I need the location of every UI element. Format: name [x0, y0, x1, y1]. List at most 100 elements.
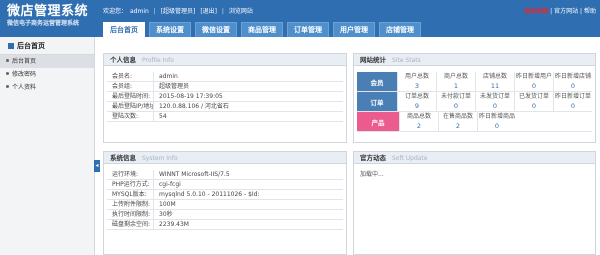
table-row: 运行环境: WINNT Microsoft-IIS/7.5 — [107, 170, 343, 180]
tab-wechat-settings[interactable]: 微信设置 — [195, 22, 237, 37]
stats-label: 产品 — [357, 112, 399, 131]
row-key: 会员组: — [107, 82, 154, 91]
stat-value[interactable]: 0 — [515, 82, 553, 91]
stat-cell: 在售商品数 2 — [438, 112, 477, 131]
table-row: 最后登陆IP/地址: 120.0.88.106 / 河北省石 — [107, 102, 343, 112]
panel-title: 个人信息 — [110, 56, 136, 64]
stat-value[interactable]: 0 — [554, 102, 592, 111]
stat-value[interactable]: 9 — [398, 102, 436, 111]
home-icon — [8, 43, 14, 49]
table-row: 登陆次数: 54 — [107, 112, 343, 122]
brand: 微店管理系统 微信电子商务运营管理系统 — [7, 4, 97, 29]
sidebar-item-label: 个人资料 — [12, 84, 37, 91]
system-info-header: 系统信息 System Info — [104, 152, 346, 164]
tab-system-settings[interactable]: 系统设置 — [149, 22, 191, 37]
panel-title-en: Profile Info — [142, 57, 174, 64]
stat-header: 昨日新增用户 — [515, 73, 552, 80]
logout-link[interactable]: 退出系统 — [524, 8, 548, 15]
stat-header: 在售商品数 — [442, 113, 473, 120]
collapse-sidebar-icon[interactable]: ◂ — [94, 160, 100, 172]
tab-dashboard[interactable]: 后台首页 — [103, 22, 145, 37]
stat-cell: 商户总数 1 — [436, 72, 475, 91]
news-loading-text: 加载中... — [360, 171, 384, 178]
news-panel: 官方动态 Soft Update 加载中... — [353, 151, 596, 255]
row-key: 会员名: — [107, 72, 154, 81]
row-key: PHP运行方式: — [107, 180, 154, 189]
stat-value[interactable]: 0 — [476, 102, 514, 111]
profile-panel-header: 个人信息 Profile Info — [104, 54, 346, 66]
stat-header: 未付款订单 — [440, 93, 471, 100]
stat-header: 昨日新增订单 — [554, 93, 591, 100]
stats-label: 会员 — [357, 72, 397, 91]
stat-header: 商品总数 — [406, 113, 431, 120]
stat-header: 用户总数 — [404, 73, 429, 80]
stat-cell: 订单总数 9 — [397, 92, 436, 111]
help-link[interactable]: 帮助 — [584, 8, 596, 15]
stats-group-products: 产品 商品总数 2 在售商品数 2 昨日新增商品 0 — [357, 112, 592, 132]
site-stats-panel: 网站统计 Site Stats 会员 用户总数 3 商户总数 1 店铺总数 11 昨日新… — [353, 53, 596, 143]
row-value: mysqlnd 5.0.10 - 20111026 - $Id: — [159, 191, 260, 198]
table-row: 最后登陆时间: 2015-08-19 17:39:05 — [107, 92, 343, 102]
stat-value[interactable]: 0 — [515, 102, 553, 111]
row-value: 2015-08-19 17:39:05 — [159, 93, 223, 100]
sidebar-item-label: 修改密码 — [12, 71, 37, 78]
panel-title: 系统信息 — [110, 154, 136, 162]
tab-products[interactable]: 商品管理 — [241, 22, 283, 37]
username: admin — [130, 8, 149, 15]
panel-title: 官方动态 — [360, 154, 386, 162]
sidebar-title-label: 后台首页 — [17, 42, 45, 50]
profile-panel: 个人信息 Profile Info 会员名: admin 会员组: 超级管理员 最后登… — [103, 53, 347, 143]
table-row: 上传附件限制: 100M — [107, 200, 343, 210]
row-value: 超级管理员 — [159, 83, 190, 90]
panel-title: 网站统计 — [360, 56, 386, 64]
stat-value[interactable]: 0 — [437, 102, 475, 111]
sidebar-item-dashboard[interactable]: 后台首页 — [0, 55, 94, 68]
row-key: 最后登陆IP/地址: — [107, 102, 154, 111]
sidebar-title: 后台首页 — [0, 37, 94, 55]
news-header: 官方动态 Soft Update — [354, 152, 595, 164]
top-links: 退出系统 | 官方网站 | 帮助 — [524, 8, 596, 15]
stat-value[interactable]: 0 — [554, 82, 592, 91]
stat-header: 订单总数 — [404, 93, 429, 100]
stat-value[interactable]: 1 — [437, 82, 475, 91]
stat-cell: 店铺总数 11 — [475, 72, 514, 91]
sidebar-item-change-password[interactable]: 修改密码 — [0, 68, 94, 81]
site-stats-header: 网站统计 Site Stats — [354, 54, 595, 66]
stat-value[interactable]: 2 — [400, 122, 438, 131]
bullet-icon — [6, 72, 9, 75]
stat-value[interactable]: 11 — [476, 82, 514, 91]
stat-cell: 未发货订单 0 — [475, 92, 514, 111]
panel-title-en: Soft Update — [392, 155, 428, 162]
tab-orders[interactable]: 订单管理 — [287, 22, 329, 37]
stat-cell: 用户总数 3 — [397, 72, 436, 91]
stat-header: 已发货订单 — [518, 93, 549, 100]
official-site-link[interactable]: 官方网站 — [554, 8, 578, 15]
stat-cell: 昨日新增订单 0 — [553, 92, 592, 111]
user-role: [超级管理员] — [160, 8, 196, 15]
stat-header: 店铺总数 — [482, 73, 507, 80]
view-site-link[interactable]: 浏览网站 — [229, 8, 253, 15]
panel-title-en: System Info — [142, 155, 178, 162]
row-value: 100M — [159, 201, 176, 208]
tab-shops[interactable]: 店铺管理 — [379, 22, 421, 37]
row-key: 最后登陆时间: — [107, 92, 154, 101]
bullet-icon — [6, 59, 9, 62]
stat-header: 昨日新增商品 — [478, 113, 515, 120]
stat-value[interactable]: 0 — [478, 122, 516, 131]
system-info-panel: 系统信息 System Info 运行环境: WINNT Microsoft-IIS… — [103, 151, 347, 255]
bullet-icon — [6, 85, 9, 88]
stats-label: 订单 — [357, 92, 397, 111]
logout-link-small[interactable]: [退出] — [200, 8, 217, 15]
stat-value[interactable]: 3 — [398, 82, 436, 91]
sidebar-item-label: 后台首页 — [12, 58, 37, 65]
stat-header: 未发货订单 — [479, 93, 510, 100]
brand-title: 微店管理系统 — [7, 4, 89, 19]
tab-users[interactable]: 用户管理 — [333, 22, 375, 37]
welcome-text: 欢迎您： — [103, 8, 128, 15]
stats-group-orders: 订单 订单总数 9 未付款订单 0 未发货订单 0 已发货订单 0 昨日新增订单 0 — [357, 92, 592, 112]
sidebar-item-profile[interactable]: 个人资料 — [0, 81, 94, 94]
stat-value[interactable]: 2 — [439, 122, 477, 131]
row-value: admin — [159, 73, 178, 80]
row-value: 54 — [159, 113, 167, 120]
main-nav: 后台首页 系统设置 微信设置 商品管理 订单管理 用户管理 店铺管理 — [103, 22, 421, 37]
